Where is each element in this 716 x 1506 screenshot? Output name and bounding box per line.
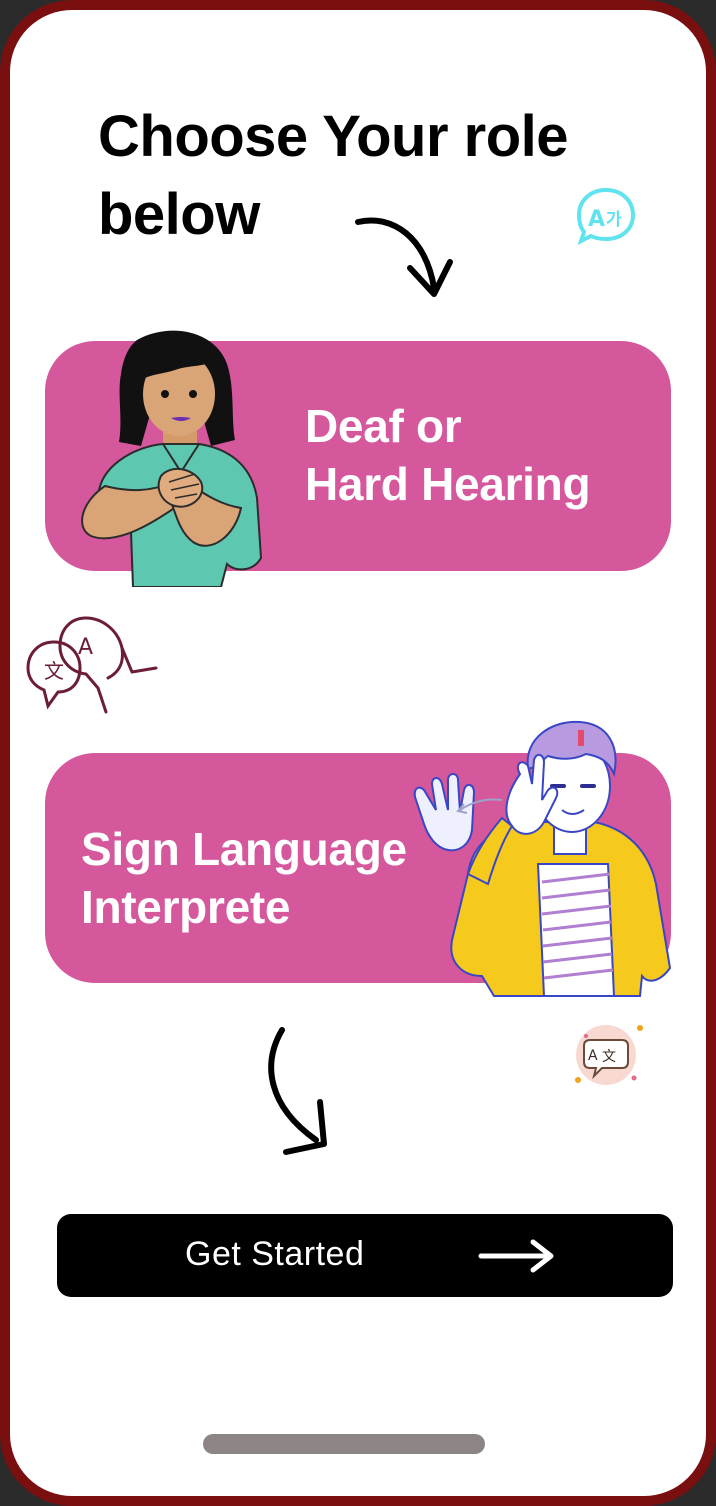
role-card-interpreter-line-1: Sign Language <box>81 823 407 875</box>
phone-screen: Choose Your role below A 가 Deaf or Hard … <box>0 0 716 1506</box>
page-title-line-1: Choose Your role <box>98 104 569 169</box>
role-card-deaf-line-2: Hard Hearing <box>305 458 591 510</box>
woman-signing-illustration <box>81 330 263 587</box>
svg-text:A: A <box>588 207 605 232</box>
svg-text:A: A <box>588 1048 598 1064</box>
svg-text:가: 가 <box>606 210 622 230</box>
svg-text:文: 文 <box>44 659 64 683</box>
role-card-deaf-label: Deaf or Hard Hearing <box>305 397 591 513</box>
role-card-interpreter-line-2: Interprete <box>81 881 291 933</box>
svg-text:A: A <box>78 635 93 660</box>
get-started-label: Get Started <box>185 1235 365 1273</box>
translate-badge-icon: A 文 <box>575 1025 643 1085</box>
home-indicator[interactable] <box>203 1434 485 1454</box>
role-card-interpreter-label: Sign Language Interprete <box>81 820 407 936</box>
translate-dual-bubbles-icon: 文 A <box>26 616 158 714</box>
arrow-curve-down-icon-2 <box>268 1027 327 1155</box>
arrow-curve-down-icon <box>355 217 453 297</box>
svg-text:文: 文 <box>602 1049 616 1065</box>
man-listening-illustration <box>413 720 672 997</box>
role-card-deaf-line-1: Deaf or <box>305 400 462 452</box>
translate-bubble-icon: A 가 <box>576 187 636 245</box>
arrow-right-icon <box>478 1239 554 1273</box>
get-started-button[interactable]: Get Started <box>57 1214 673 1297</box>
